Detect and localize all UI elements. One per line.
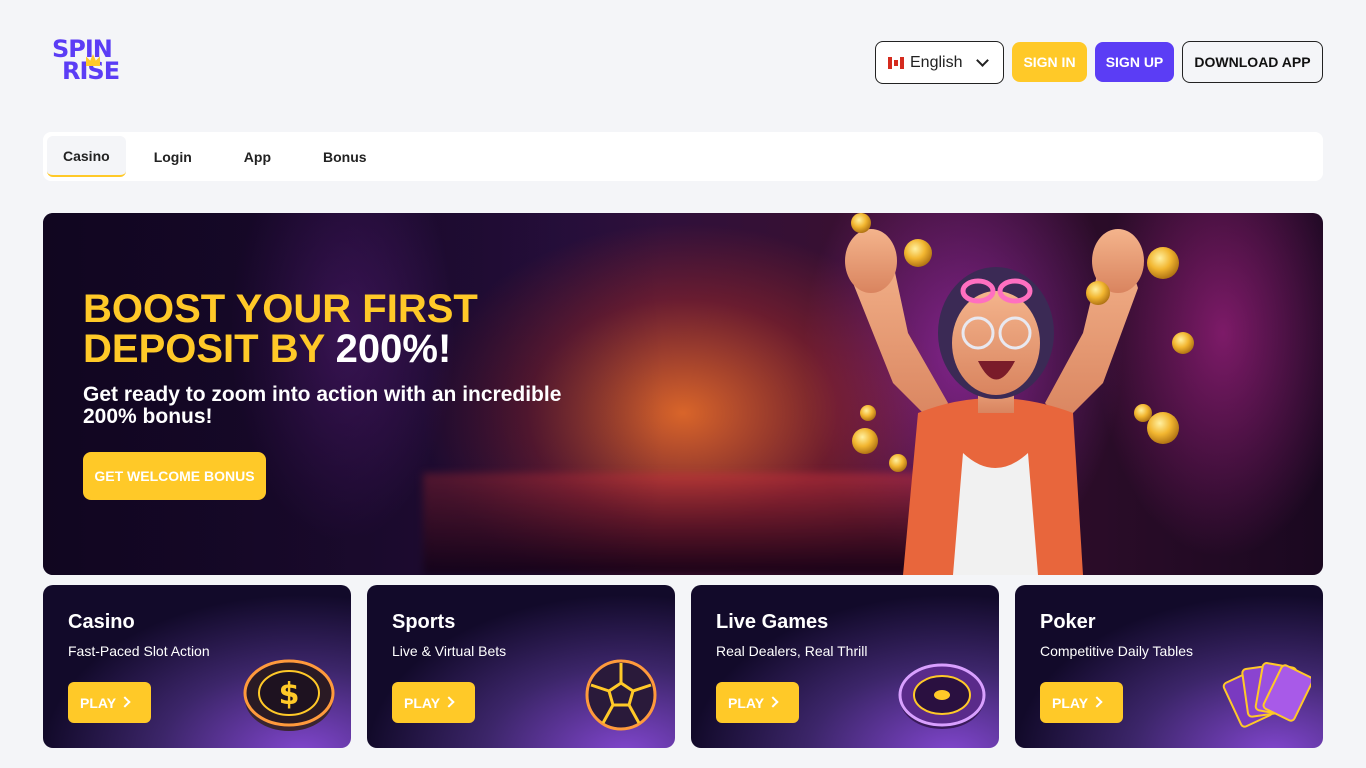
chevron-right-icon <box>119 696 131 708</box>
tab-bonus[interactable]: Bonus <box>307 136 383 177</box>
card-title: Casino <box>68 611 135 633</box>
play-label: PLAY <box>728 694 765 711</box>
hero-title: BOOST YOUR FIRST DEPOSIT BY 200%! <box>83 289 603 369</box>
play-label: PLAY <box>404 694 441 711</box>
canada-flag-icon <box>888 56 904 69</box>
soccer-ball-icon <box>585 659 657 731</box>
chevron-down-icon <box>976 54 989 67</box>
spinrise-logo[interactable]: SPIN RISE <box>52 37 136 88</box>
casino-chip-icon: $ <box>243 659 335 731</box>
download-app-button[interactable]: DOWNLOAD APP <box>1182 41 1323 83</box>
card-casino[interactable]: Casino Fast-Paced Slot Action PLAY $ <box>43 585 351 748</box>
svg-text:$: $ <box>279 677 300 712</box>
play-label: PLAY <box>1052 694 1089 711</box>
casino-play-button[interactable]: PLAY <box>68 682 151 723</box>
card-sports[interactable]: Sports Live & Virtual Bets PLAY <box>367 585 675 748</box>
card-live-games[interactable]: Live Games Real Dealers, Real Thrill PLA… <box>691 585 999 748</box>
language-selector[interactable]: English <box>875 41 1004 84</box>
get-welcome-bonus-button[interactable]: GET WELCOME BONUS <box>83 452 266 500</box>
card-title: Live Games <box>716 611 829 633</box>
card-subtitle: Competitive Daily Tables <box>1040 643 1194 659</box>
nav-tabs: Casino Login App Bonus <box>43 132 1323 181</box>
poker-play-button[interactable]: PLAY <box>1040 682 1123 723</box>
card-subtitle: Fast-Paced Slot Action <box>68 643 210 659</box>
sign-up-button[interactable]: SIGN UP <box>1095 42 1174 82</box>
chevron-right-icon <box>443 696 455 708</box>
language-label: English <box>910 53 963 71</box>
hero-subtitle: Get ready to zoom into action with an in… <box>83 383 562 428</box>
playing-cards-icon <box>1222 662 1311 728</box>
card-subtitle: Real Dealers, Real Thrill <box>716 643 868 659</box>
live-games-play-button[interactable]: PLAY <box>716 682 799 723</box>
card-poker[interactable]: Poker Competitive Daily Tables PLAY <box>1015 585 1323 748</box>
sports-play-button[interactable]: PLAY <box>392 682 475 723</box>
tab-casino[interactable]: Casino <box>47 136 126 177</box>
site-header: SPIN RISE English SIGN IN SIGN UP DOWNLO… <box>0 0 1366 120</box>
roulette-wheel-icon <box>898 663 986 729</box>
play-label: PLAY <box>80 694 117 711</box>
hero-title-highlight: 200%! <box>335 327 452 371</box>
sign-in-button[interactable]: SIGN IN <box>1012 42 1087 82</box>
hero-banner: BOOST YOUR FIRST DEPOSIT BY 200%! Get re… <box>43 213 1323 575</box>
celebrating-woman-illustration <box>845 213 1194 575</box>
tab-app[interactable]: App <box>228 136 287 177</box>
tab-login[interactable]: Login <box>138 136 208 177</box>
card-title: Sports <box>392 611 456 633</box>
chevron-right-icon <box>767 696 779 708</box>
card-title: Poker <box>1040 611 1096 633</box>
card-subtitle: Live & Virtual Bets <box>392 643 507 659</box>
chevron-right-icon <box>1091 696 1103 708</box>
